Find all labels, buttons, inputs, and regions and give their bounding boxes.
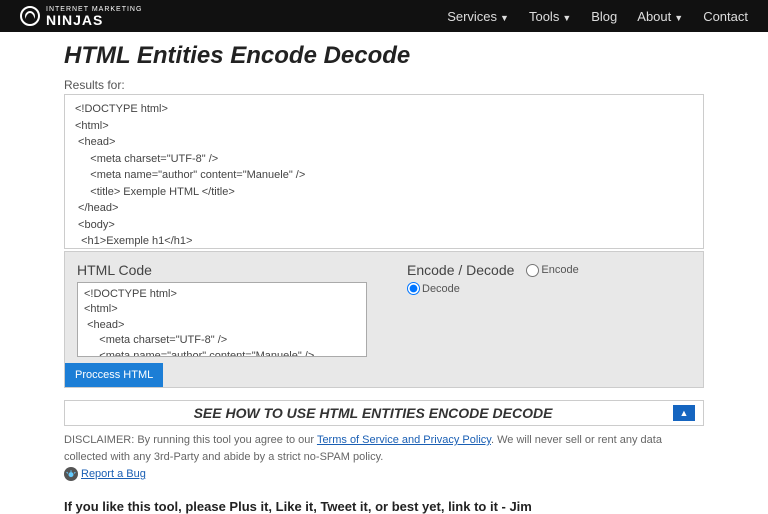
results-label: Results for: bbox=[64, 78, 704, 92]
chevron-down-icon: ▼ bbox=[500, 13, 509, 23]
decode-option[interactable]: Decode bbox=[407, 282, 691, 295]
ninja-icon bbox=[20, 6, 40, 26]
nav-tools[interactable]: Tools▼ bbox=[529, 9, 571, 24]
nav-blog[interactable]: Blog bbox=[591, 9, 617, 24]
brand-logo[interactable]: INTERNET MARKETING NINJAS bbox=[20, 6, 142, 27]
chevron-down-icon: ▼ bbox=[562, 13, 571, 23]
bug-icon bbox=[64, 467, 78, 481]
nav-links: Services▼ Tools▼ Blog About▼ Contact bbox=[447, 9, 748, 24]
encode-option[interactable]: Encode bbox=[526, 264, 578, 277]
code-label: HTML Code bbox=[77, 262, 367, 278]
nav-services[interactable]: Services▼ bbox=[447, 9, 509, 24]
results-output[interactable]: <!DOCTYPE html><html> <head> <meta chars… bbox=[64, 94, 704, 249]
howto-toggle[interactable]: ▲ bbox=[673, 405, 695, 421]
chevron-down-icon: ▼ bbox=[674, 13, 683, 23]
report-bug-link[interactable]: Report a Bug bbox=[81, 468, 146, 480]
encode-radio[interactable] bbox=[526, 264, 539, 277]
tos-link[interactable]: Terms of Service and Privacy Policy bbox=[317, 434, 491, 446]
nav-contact[interactable]: Contact bbox=[703, 9, 748, 24]
navbar: INTERNET MARKETING NINJAS Services▼ Tool… bbox=[0, 0, 768, 32]
share-prompt: If you like this tool, please Plus it, L… bbox=[64, 499, 704, 514]
page-title: HTML Entities Encode Decode bbox=[64, 42, 704, 70]
decode-radio[interactable] bbox=[407, 282, 420, 295]
form-panel: HTML Code Encode / Decode Encode Decode … bbox=[64, 251, 704, 388]
howto-text: SEE HOW TO USE HTML ENTITIES ENCODE DECO… bbox=[73, 405, 673, 421]
mode-label: Encode / Decode bbox=[407, 262, 514, 278]
html-code-input[interactable] bbox=[77, 282, 367, 357]
main-container: HTML Entities Encode Decode Results for:… bbox=[64, 42, 704, 514]
nav-about[interactable]: About▼ bbox=[637, 9, 683, 24]
process-button[interactable]: Proccess HTML bbox=[65, 363, 163, 387]
brand-big: NINJAS bbox=[46, 13, 142, 27]
howto-bar: SEE HOW TO USE HTML ENTITIES ENCODE DECO… bbox=[64, 400, 704, 426]
disclaimer: DISCLAIMER: By running this tool you agr… bbox=[64, 432, 704, 465]
